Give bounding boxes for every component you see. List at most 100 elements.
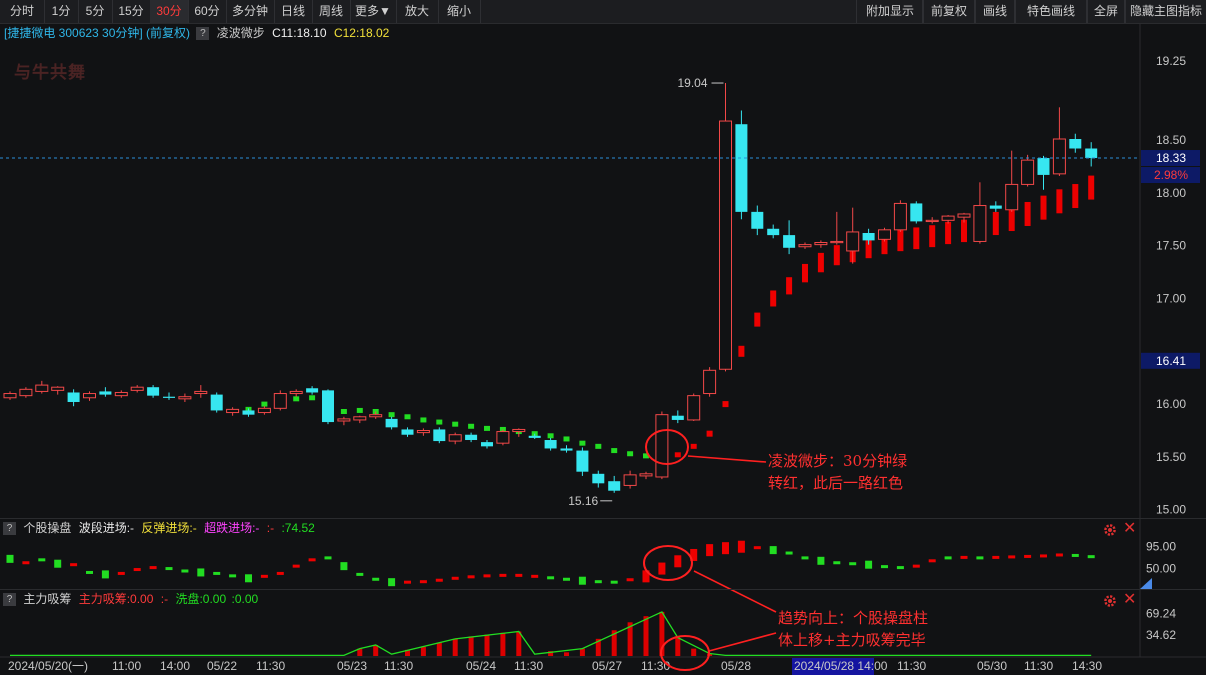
panel2-bar [1055,553,1063,557]
panel3-label3: 洗盘:0.00 [175,592,227,606]
candle-body [242,410,255,415]
level-label: 16.41 [1156,354,1186,368]
panel2-bar [340,562,348,571]
panel2-bar [928,559,936,563]
candle-body [194,390,208,395]
lbwb-dot [484,425,490,431]
annotation-line: 趋势向上：个股操盘柱 [778,609,929,627]
panel3-bar [420,646,426,656]
panel3-bar [579,648,585,656]
annotation-pointer [687,455,767,463]
panel2-bar [1040,554,1047,558]
candle-body [147,387,160,396]
time-tick-label: 05/30 [977,659,1007,673]
panel2-bar [419,580,427,584]
candle-body [178,396,192,400]
time-tick-label: 11:30 [1024,659,1053,673]
panel3-tick-label: 69.24 [1146,607,1176,621]
panel2-bar [547,576,555,580]
candle-body [576,450,589,472]
panel2-bar [229,574,237,578]
candle-body [226,408,240,414]
time-tick-label: 2024/05/20(一) [8,659,88,673]
lbwb-dot [722,401,729,408]
settings-gear-icon[interactable] [1103,594,1117,608]
candle-body [1005,183,1019,211]
panel2-bar [833,561,841,565]
panel2-bar [896,566,904,570]
panel2-bar [722,542,729,555]
lbwb-dot [340,408,347,414]
candle-body [416,430,430,434]
lbwb-dot [770,290,777,307]
candle-body [289,390,303,395]
panel2-tick-label: 50.00 [1146,562,1176,576]
panel2-bar [737,540,745,553]
price-tick-label: 15.00 [1156,503,1186,517]
close-icon[interactable]: ✕ [1123,521,1136,537]
candle-body [893,202,907,231]
time-tick-label: 11:00 [112,659,141,673]
candle-body [703,369,717,395]
candle-body [401,429,414,435]
panel2-bar [276,571,284,575]
lbwb-dot [420,417,427,423]
candle-body [369,414,383,418]
candle-body [862,233,875,241]
panel2-bar [706,544,714,557]
help-icon[interactable]: ? [3,593,16,607]
candle-body [306,388,319,393]
panel2-bar [38,558,46,562]
panel2-bar [197,568,205,577]
panel2-bar [992,555,1000,559]
panel2-bar [165,567,173,571]
panel2-bar [753,546,761,550]
panel2-bar [260,574,268,578]
panel3-name: 主力吸筹 [23,592,72,606]
panel3-bar [468,636,474,656]
panel2-bar [149,566,157,570]
panel2-bar [451,576,459,580]
price-chart[interactable]: 19.25 18.50 18.00 17.50 17.00 16.00 15.50 15.00… [0,0,1206,675]
panel2-bar [594,580,602,584]
candle-body [751,211,764,229]
panel3-bar [516,631,522,656]
panel2-label3: 超跌进场:- [204,521,260,535]
candle-body [114,391,128,397]
settings-gear-icon[interactable] [1103,523,1117,537]
panel3-bar [675,637,681,656]
candle-body [1069,139,1082,149]
candle-body [528,435,541,438]
candle-body [925,219,939,223]
time-tick-label: 05/27 [592,659,622,673]
panel3-bar [452,638,458,656]
lbwb-dot [627,451,634,457]
time-tick-label: 05/24 [466,659,496,673]
help-icon[interactable]: ? [3,522,16,536]
annotation-circle [643,545,693,581]
close-icon[interactable]: ✕ [1123,592,1136,608]
candle-body [1021,159,1035,185]
panel2-bar [86,570,93,574]
panel3-bar [484,634,490,656]
panel2-bar [769,546,777,555]
annotation-line: 体上移+主力吸筹完毕 [778,631,926,649]
lbwb-dot [611,448,618,454]
lbwb-dot [817,252,824,273]
lbwb-dot [961,219,967,243]
time-tick-label: 2024/05/28 14:00 [794,659,888,673]
annotation-pointer [693,570,777,613]
candle-body [51,386,65,391]
panel2-bar [563,577,570,581]
lbwb-dot [404,414,411,420]
lbwb-dot [261,401,268,407]
lbwb-dot [309,395,316,401]
low-marker-label: 15.16 [568,494,598,508]
candle-body [608,481,621,491]
lbwb-dot [786,277,793,295]
panel2-bar [356,572,364,576]
pct-label: 2.98% [1154,168,1188,182]
panel2-bar [1008,555,1016,559]
candle-body [687,395,701,421]
lbwb-dot [833,245,840,266]
